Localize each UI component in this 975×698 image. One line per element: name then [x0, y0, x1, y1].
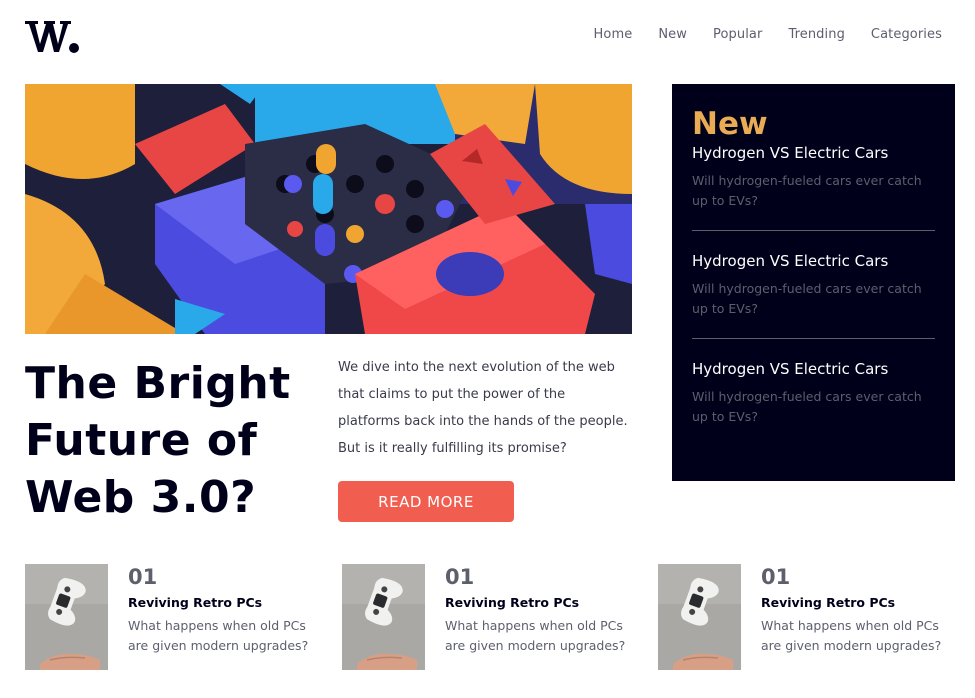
card-desc: What happens when old PCs are given mode… — [445, 618, 626, 653]
nav-trending[interactable]: Trending — [788, 27, 844, 42]
new-heading: New — [692, 106, 768, 142]
new-item-desc: Will hydrogen-fueled cars ever catch up … — [692, 281, 922, 316]
card-number: 01 — [128, 565, 158, 589]
gamepad-thumbnail[interactable] — [658, 564, 741, 670]
read-more-button[interactable]: READ MORE — [338, 481, 514, 522]
card-desc: What happens when old PCs are given mode… — [761, 618, 942, 653]
card-number: 01 — [445, 565, 475, 589]
new-item[interactable]: Hydrogen VS Electric Cars Will hydrogen-… — [692, 338, 935, 446]
article-cards: 01 Reviving Retro PCs What happens when … — [25, 564, 975, 670]
card-title[interactable]: Reviving Retro PCs — [445, 594, 645, 612]
new-item-title[interactable]: Hydrogen VS Electric Cars — [692, 359, 935, 379]
new-articles-panel: New Hydrogen VS Electric Cars Will hydro… — [672, 84, 955, 481]
gamepad-thumbnail[interactable] — [342, 564, 425, 670]
hero-description: We dive into the next evolution of the w… — [338, 360, 628, 456]
nav-categories[interactable]: Categories — [871, 27, 942, 42]
hero-title: The Bright Future of Web 3.0? — [25, 358, 291, 523]
card-title[interactable]: Reviving Retro PCs — [761, 594, 961, 612]
new-item-title[interactable]: Hydrogen VS Electric Cars — [692, 251, 935, 271]
card-number: 01 — [761, 565, 791, 589]
nav-popular[interactable]: Popular — [713, 27, 762, 42]
new-item-desc: Will hydrogen-fueled cars ever catch up … — [692, 173, 922, 208]
hero-image — [25, 84, 632, 334]
nav-home[interactable]: Home — [594, 27, 633, 42]
card-desc: What happens when old PCs are given mode… — [128, 618, 309, 653]
nav-new[interactable]: New — [658, 27, 687, 42]
main-nav: Home New Popular Trending Categories — [594, 27, 942, 42]
new-item-desc: Will hydrogen-fueled cars ever catch up … — [692, 389, 922, 424]
card-title[interactable]: Reviving Retro PCs — [128, 594, 328, 612]
article-card[interactable]: 01 Reviving Retro PCs What happens when … — [25, 564, 325, 670]
new-item[interactable]: Hydrogen VS Electric Cars Will hydrogen-… — [692, 143, 935, 230]
site-logo[interactable] — [25, 17, 81, 55]
article-card[interactable]: 01 Reviving Retro PCs What happens when … — [342, 564, 642, 670]
gamepad-thumbnail[interactable] — [25, 564, 108, 670]
new-item[interactable]: Hydrogen VS Electric Cars Will hydrogen-… — [692, 230, 935, 338]
new-item-title[interactable]: Hydrogen VS Electric Cars — [692, 143, 935, 163]
article-card[interactable]: 01 Reviving Retro PCs What happens when … — [658, 564, 958, 670]
